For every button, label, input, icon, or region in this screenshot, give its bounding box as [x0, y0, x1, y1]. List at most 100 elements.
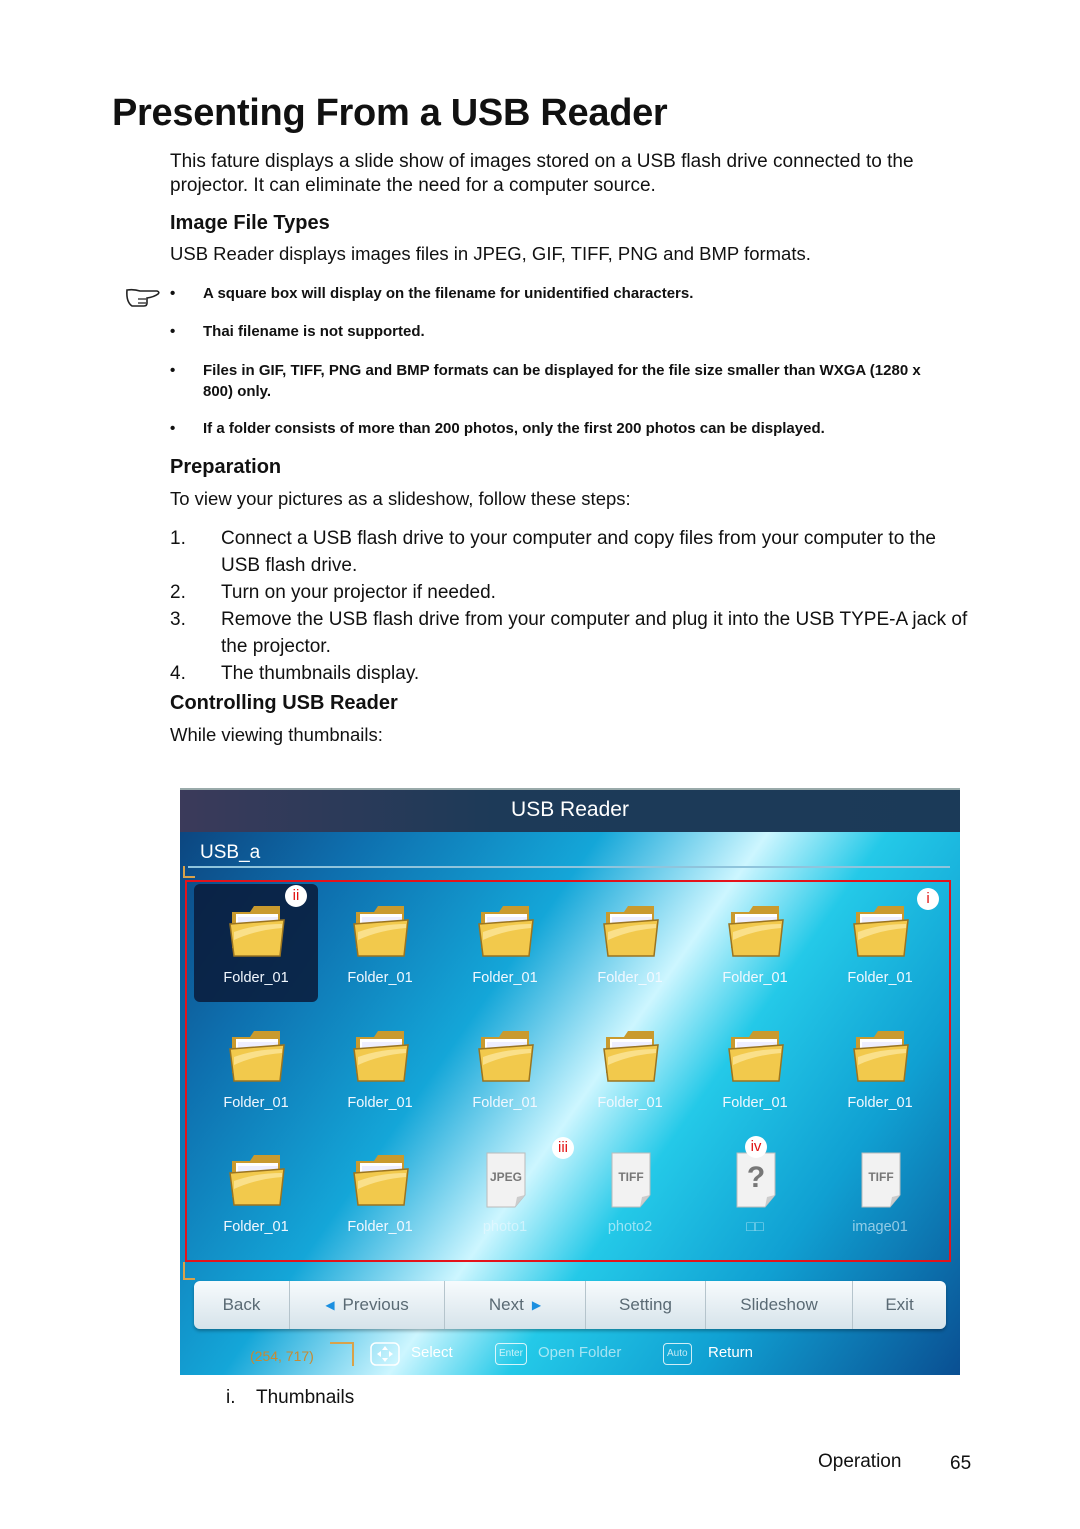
setting-button[interactable]: Setting	[586, 1281, 706, 1329]
folder-icon	[725, 902, 787, 960]
folder-tile[interactable]: Folder_01	[318, 884, 442, 1002]
tile-label: Folder_01	[472, 970, 538, 986]
arrow-right-icon: ▶	[531, 1298, 542, 1312]
folder-icon	[350, 902, 412, 960]
callout-marker-iii: iii	[552, 1137, 574, 1159]
folder-tile[interactable]: Folder_01	[693, 884, 817, 1002]
image-file-icon: ?	[725, 1151, 787, 1209]
tile-label: Folder_01	[223, 1219, 289, 1235]
pointing-hand-icon	[126, 288, 160, 307]
auto-key-icon: Auto	[663, 1343, 692, 1365]
callout-marker-i: i	[917, 888, 939, 910]
folder-icon	[226, 1027, 288, 1085]
folder-tile[interactable]: Folder_01	[818, 1009, 942, 1127]
arrow-left-icon: ◀	[325, 1298, 335, 1312]
note-item: • If a folder consists of more than 200 p…	[170, 420, 825, 437]
preparation-text: To view your pictures as a slideshow, fo…	[170, 488, 631, 509]
path-bar: USB_a	[188, 838, 950, 868]
file-tile[interactable]: JPEG photo1	[443, 1133, 567, 1251]
step-item: 1. Connect a USB flash drive to your comp…	[170, 528, 936, 576]
tile-label: Folder_01	[722, 970, 788, 986]
screen-title-bar: USB Reader	[180, 788, 960, 832]
intro-paragraph: This fature displays a slide show of ima…	[170, 151, 914, 196]
tile-label: Folder_01	[347, 1095, 413, 1111]
heading-controlling: Controlling USB Reader	[170, 692, 398, 714]
image-file-icon: TIFF	[850, 1151, 912, 1209]
exit-button[interactable]: Exit	[853, 1281, 946, 1329]
step-item: 4. The thumbnails display.	[170, 663, 420, 684]
note-item: • Thai filename is not supported.	[170, 323, 425, 340]
file-tile[interactable]: TIFF image01	[818, 1133, 942, 1251]
image-file-icon: JPEG	[475, 1151, 537, 1209]
image-file-icon: TIFF	[600, 1151, 662, 1209]
svg-text:?: ?	[747, 1161, 765, 1194]
callout-marker-ii: ii	[285, 885, 307, 907]
previous-button[interactable]: ◀ Previous	[290, 1281, 445, 1329]
coordinate-readout: (254, 717)	[250, 1348, 314, 1364]
tile-label: Folder_01	[347, 970, 413, 986]
folder-tile[interactable]: Folder_01	[318, 1009, 442, 1127]
tile-label: Folder_01	[847, 970, 913, 986]
folder-icon	[850, 1027, 912, 1085]
slideshow-button[interactable]: Slideshow	[706, 1281, 853, 1329]
folder-icon	[350, 1027, 412, 1085]
hint-open-folder: Open Folder	[538, 1344, 622, 1361]
tile-label: Folder_01	[472, 1095, 538, 1111]
tile-label: Folder_01	[597, 1095, 663, 1111]
tile-label: Folder_01	[347, 1219, 413, 1235]
callout-marker-iv: iv	[745, 1136, 767, 1158]
hint-select: Select	[411, 1344, 453, 1361]
tile-label: Folder_01	[597, 970, 663, 986]
tile-label: photo1	[482, 1219, 528, 1235]
hint-bar: (254, 717) Select Enter Open Folder Auto…	[180, 1340, 960, 1370]
folder-tile[interactable]: Folder_01	[318, 1133, 442, 1251]
folder-icon	[600, 902, 662, 960]
tile-label: Folder_01	[722, 1095, 788, 1111]
tile-label: Folder_01	[223, 1095, 289, 1111]
folder-tile[interactable]: Folder_01	[693, 1009, 817, 1127]
folder-tile[interactable]: Folder_01	[443, 1009, 567, 1127]
step-item: 3. Remove the USB flash drive from your c…	[170, 609, 968, 657]
tile-label: photo2	[607, 1219, 653, 1235]
next-button[interactable]: Next ▶	[445, 1281, 586, 1329]
step-item: 2. Turn on your projector if needed.	[170, 582, 496, 603]
page-title: Presenting From a USB Reader	[112, 92, 668, 134]
svg-text:JPEG: JPEG	[490, 1170, 522, 1184]
coord-corner	[330, 1342, 354, 1366]
figure-caption: i. Thumbnails	[226, 1387, 355, 1408]
folder-icon	[226, 902, 288, 960]
heading-image-file-types: Image File Types	[170, 212, 330, 234]
folder-tile[interactable]: Folder_01	[194, 1009, 318, 1127]
svg-text:TIFF: TIFF	[618, 1170, 643, 1184]
tile-label: Folder_01	[847, 1095, 913, 1111]
image-file-types-text: USB Reader displays images files in JPEG…	[170, 243, 811, 264]
focus-corner-top-left	[183, 866, 195, 878]
folder-icon	[850, 902, 912, 960]
folder-tile[interactable]: Folder_01	[194, 1133, 318, 1251]
folder-icon	[725, 1027, 787, 1085]
tile-label: □□	[746, 1219, 764, 1235]
hint-return: Return	[708, 1344, 754, 1361]
screen-title: USB Reader	[511, 798, 629, 821]
svg-text:TIFF: TIFF	[868, 1170, 893, 1184]
back-button[interactable]: Back	[194, 1281, 290, 1329]
folder-icon	[350, 1151, 412, 1209]
note-item: • A square box will display on the filena…	[170, 285, 694, 302]
folder-tile[interactable]: Folder_01	[443, 884, 567, 1002]
page-number: 65	[950, 1453, 972, 1474]
path-text: USB_a	[200, 842, 261, 863]
folder-tile[interactable]: Folder_01	[568, 884, 692, 1002]
note-item: • Files in GIF, TIFF, PNG and BMP formats…	[170, 362, 921, 400]
heading-preparation: Preparation	[170, 456, 282, 478]
folder-icon	[475, 902, 537, 960]
enter-key-icon: Enter	[495, 1343, 527, 1365]
file-tile[interactable]: TIFF photo2	[568, 1133, 692, 1251]
folder-icon	[600, 1027, 662, 1085]
folder-icon	[475, 1027, 537, 1085]
focus-corner-bottom-left	[183, 1262, 195, 1280]
tile-label: image01	[852, 1219, 908, 1235]
controlling-text: While viewing thumbnails:	[170, 724, 383, 745]
footer-section-name: Operation	[818, 1451, 902, 1472]
folder-tile[interactable]: Folder_01	[568, 1009, 692, 1127]
folder-icon	[226, 1151, 288, 1209]
